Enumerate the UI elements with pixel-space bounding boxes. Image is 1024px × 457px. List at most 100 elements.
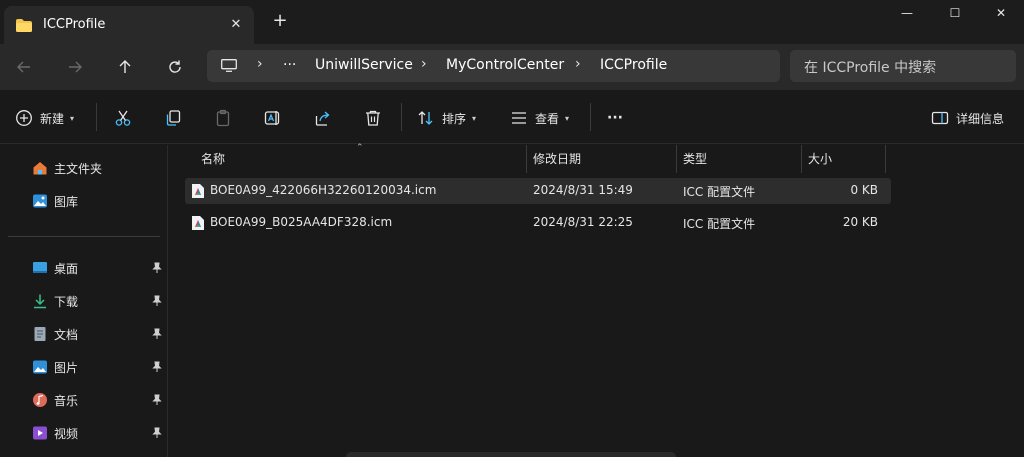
cut-button[interactable] [113,107,133,129]
new-button[interactable]: 新建 ▾ [14,107,74,129]
back-button[interactable] [12,55,36,79]
paste-button[interactable] [213,107,233,129]
navigation-pane: 主文件夹 图库 桌面 下载 文档 图片 音乐 视频 [0,145,168,457]
copy-button[interactable] [163,107,183,129]
delete-button[interactable] [363,107,383,129]
divider [96,103,97,131]
column-header-size[interactable]: 大小 [808,145,832,173]
details-pane-icon [930,108,950,128]
share-icon [313,108,333,128]
more-options-button[interactable]: ··· [607,107,623,129]
breadcrumb-mycontrolcenter[interactable]: MyControlCenter [446,57,564,73]
folder-icon [16,19,32,32]
rename-button[interactable] [263,107,283,129]
up-button[interactable] [113,55,137,79]
sidebar-item-gallery[interactable]: 图库 [0,186,168,216]
view-button[interactable]: 查看 ▾ [509,107,569,129]
chevron-down-icon: ▾ [70,113,75,123]
address-bar[interactable]: › ··· UniwillService › MyControlCenter ›… [207,50,780,82]
sidebar-item-desktop[interactable]: 桌面 [0,253,168,283]
arrow-right-icon [69,61,82,73]
chevron-down-icon: ▾ [472,113,477,123]
trash-icon [363,108,383,128]
minimize-button[interactable]: — [884,0,930,30]
plus-circle-icon [14,108,34,128]
sidebar-item-pictures[interactable]: 图片 [0,352,168,382]
breadcrumb-uniwillservice[interactable]: UniwillService [315,57,413,73]
divider [8,236,160,237]
sidebar-item-label: 图片 [54,360,79,375]
search-box[interactable]: 在 ICCProfile 中搜索 [790,50,1016,82]
details-label: 详细信息 [956,111,1005,126]
icc-file-icon [192,184,204,198]
list-view-icon [509,108,529,128]
sidebar-item-home[interactable]: 主文件夹 [0,153,168,183]
file-list: ⌃ 名称 修改日期 类型 大小 BOE0A99_422066H322601200… [170,143,1024,457]
file-modified: 2024/8/31 22:25 [533,215,633,229]
breadcrumb-iccprofile[interactable]: ICCProfile [600,57,667,73]
sidebar-item-downloads[interactable]: 下载 [0,286,168,316]
video-icon [33,426,47,440]
breadcrumb-separator[interactable]: › [575,56,581,72]
details-pane-button[interactable]: 详细信息 [930,107,1004,129]
file-row[interactable]: BOE0A99_B025AA4DF328.icm 2024/8/31 22:25… [185,210,891,236]
column-header-name[interactable]: 名称 [201,145,225,173]
sidebar-item-label: 下载 [54,294,79,309]
pin-icon[interactable] [151,262,163,274]
new-label: 新建 [40,111,65,126]
sidebar-item-documents[interactable]: 文档 [0,319,168,349]
refresh-button[interactable] [163,55,187,79]
column-divider[interactable] [885,145,886,173]
pictures-icon [33,360,47,374]
tab-title: ICCProfile [43,17,106,32]
navigation-bar: › ··· UniwillService › MyControlCenter ›… [0,44,1024,90]
column-divider[interactable] [676,145,677,173]
new-tab-button[interactable]: + [270,12,290,32]
pin-icon[interactable] [151,328,163,340]
chevron-down-icon: ▾ [565,113,570,123]
music-icon [33,393,47,407]
sidebar-item-label: 主文件夹 [54,161,103,176]
more-icon: ··· [607,110,623,126]
pin-icon[interactable] [151,427,163,439]
file-type: ICC 配置文件 [683,185,756,199]
maximize-button[interactable]: ☐ [932,0,978,30]
refresh-icon [169,60,181,73]
horizontal-scrollbar[interactable] [346,452,676,457]
column-header-type[interactable]: 类型 [683,145,707,173]
search-placeholder[interactable]: 在 ICCProfile 中搜索 [804,57,936,77]
sort-icon [416,108,436,128]
column-divider[interactable] [801,145,802,173]
sidebar-item-videos[interactable]: 视频 [0,418,168,448]
column-divider[interactable] [526,145,527,173]
desktop-icon [33,262,47,273]
title-bar: ICCProfile ✕ + — ☐ ✕ [0,0,1024,44]
home-icon [33,162,47,175]
sidebar-item-label: 视频 [54,426,79,441]
pin-icon[interactable] [151,361,163,373]
command-bar: 新建 ▾ 排序 ▾ 查看 ▾ ··· 详细信息 [0,90,1024,144]
pin-icon[interactable] [151,295,163,307]
breadcrumb-separator[interactable]: › [257,56,263,72]
icc-file-icon [192,216,204,230]
tab-iccprofile[interactable]: ICCProfile ✕ [4,6,254,44]
copy-icon [163,108,183,128]
forward-button[interactable] [63,55,87,79]
scissors-icon [113,108,133,128]
tab-close-icon[interactable]: ✕ [226,15,246,35]
sidebar-item-music[interactable]: 音乐 [0,385,168,415]
file-modified: 2024/8/31 15:49 [533,183,633,197]
breadcrumb-overflow[interactable]: ··· [283,57,296,73]
column-header-modified[interactable]: 修改日期 [533,145,581,173]
sort-button[interactable]: 排序 ▾ [416,107,476,129]
file-name: BOE0A99_B025AA4DF328.icm [210,215,393,229]
close-window-button[interactable]: ✕ [978,0,1024,30]
gallery-icon [33,194,47,208]
pin-icon[interactable] [151,394,163,406]
file-type: ICC 配置文件 [683,217,756,231]
breadcrumb-separator[interactable]: › [421,56,427,72]
file-row[interactable]: BOE0A99_422066H32260120034.icm 2024/8/31… [185,178,891,204]
sidebar-item-label: 音乐 [54,393,79,408]
sidebar-item-label: 文档 [54,327,79,342]
share-button[interactable] [313,107,333,129]
